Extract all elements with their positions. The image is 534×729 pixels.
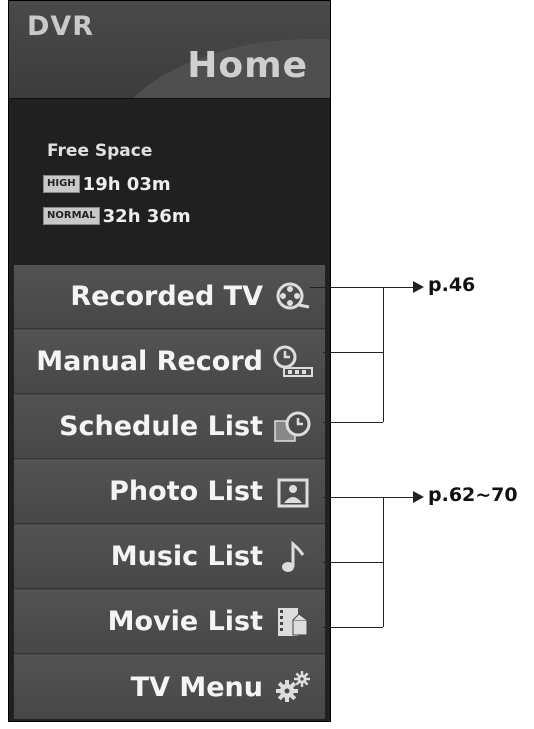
free-space-high-value: 19h 03m (82, 173, 171, 195)
menu-item-manual-record[interactable]: Manual Record (14, 330, 325, 394)
menu-item-label: TV Menu (130, 671, 263, 703)
free-space-high-row: HIGH 19h 03m (43, 173, 171, 195)
callout-bracket-group2 (383, 497, 384, 627)
callout-bracket-group1 (383, 287, 384, 422)
arrow-right-icon (413, 491, 424, 503)
callout-line-recorded-tv (310, 287, 383, 288)
dvr-home-panel: DVR Home Free Space HIGH 19h 03m NORMAL … (8, 0, 331, 722)
menu-item-label: Recorded TV (70, 281, 263, 312)
menu-item-tv-menu[interactable]: TV Menu (14, 655, 325, 719)
clock-record-icon (271, 342, 315, 382)
arrow-right-icon (413, 281, 424, 293)
callout-line-photo-list (323, 497, 383, 498)
menu-item-movie-list[interactable]: Movie List (14, 590, 325, 654)
menu-item-label: Photo List (109, 476, 263, 507)
page-title: Home (187, 45, 308, 86)
music-note-icon (271, 537, 315, 577)
app-label: DVR (27, 11, 95, 42)
menu-item-label: Schedule List (59, 411, 263, 442)
free-space-normal-value: 32h 36m (102, 205, 191, 227)
callout-line-group2 (383, 497, 413, 498)
menu-item-label: Music List (110, 541, 263, 572)
callout-line-schedule-list (323, 422, 383, 423)
callout-line-group1 (383, 287, 413, 288)
film-reel-icon (271, 277, 315, 317)
page-reference-group1: p.46 (428, 274, 476, 296)
quality-badge-normal: NORMAL (43, 207, 100, 225)
header: DVR Home (9, 1, 330, 99)
menu-item-photo-list[interactable]: Photo List (14, 460, 325, 524)
callout-line-manual-record (323, 352, 383, 353)
main-menu: Recorded TV Manual Record Schedule List … (13, 264, 326, 719)
gears-icon (271, 667, 315, 707)
quality-badge-high: HIGH (43, 175, 80, 193)
movie-clapper-icon (271, 602, 315, 642)
free-space-normal-row: NORMAL 32h 36m (43, 205, 191, 227)
page-reference-group2: p.62~70 (428, 484, 518, 506)
menu-item-music-list[interactable]: Music List (14, 525, 325, 589)
photo-icon (271, 472, 315, 512)
menu-item-label: Manual Record (36, 346, 263, 377)
schedule-clock-icon (271, 407, 315, 447)
callout-line-music-list (323, 562, 383, 563)
menu-item-label: Movie List (107, 606, 263, 637)
menu-item-schedule-list[interactable]: Schedule List (14, 395, 325, 459)
callout-line-movie-list (323, 627, 383, 628)
free-space-title: Free Space (47, 141, 153, 161)
menu-item-recorded-tv[interactable]: Recorded TV (14, 265, 325, 329)
